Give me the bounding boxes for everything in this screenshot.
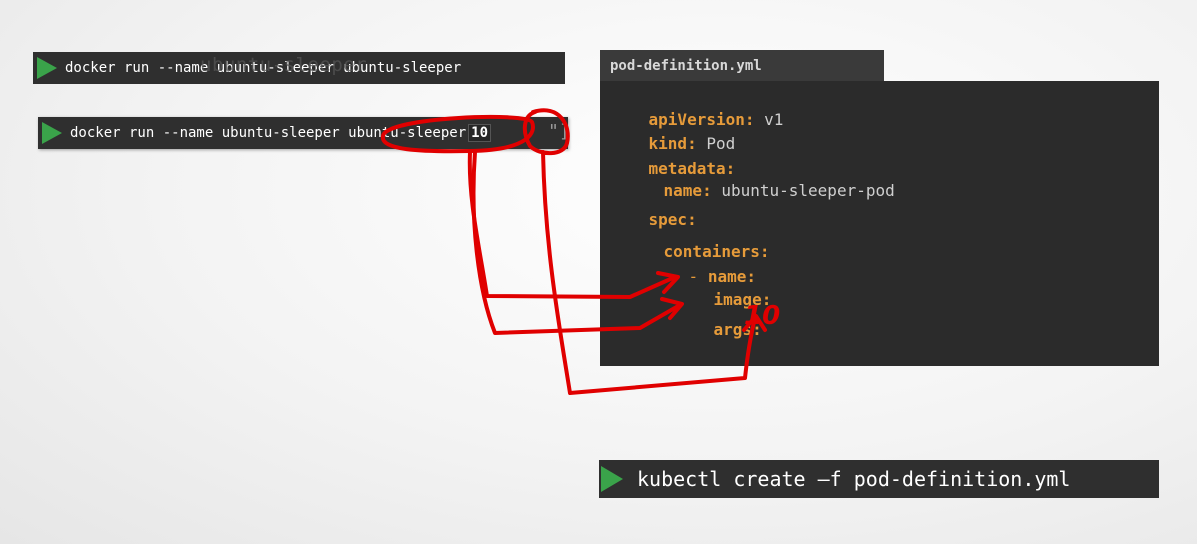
- file-tab-title: pod-definition.yml: [610, 58, 762, 74]
- terminal-kubectl-create: kubectl create –f pod-definition.yml: [599, 460, 1159, 498]
- command-arg: 10: [468, 124, 492, 142]
- yaml-editor: apiVersion: v1 kind: Pod metadata: name:…: [600, 81, 1159, 366]
- yaml-value: ubuntu-sleeper-pod: [721, 181, 895, 200]
- yaml-key: args:: [713, 320, 762, 339]
- prompt-arrow-icon: [37, 57, 57, 79]
- yaml-line-args: args:: [675, 300, 762, 360]
- ghost-text-overlay: ubuntu-sleeper: [200, 54, 368, 76]
- prompt-arrow-icon: [601, 466, 623, 492]
- prompt-arrow-icon: [42, 122, 62, 144]
- terminal-command: docker run --name ubuntu-sleeper ubuntu-…: [70, 125, 467, 141]
- terminal-docker-run-args: docker run --name ubuntu-sleeper ubuntu-…: [38, 117, 568, 149]
- yaml-value: v1: [764, 110, 784, 129]
- file-tab[interactable]: pod-definition.yml: [600, 50, 884, 82]
- ghost-suffix: "]: [548, 121, 570, 142]
- terminal-command: kubectl create –f pod-definition.yml: [637, 467, 1071, 491]
